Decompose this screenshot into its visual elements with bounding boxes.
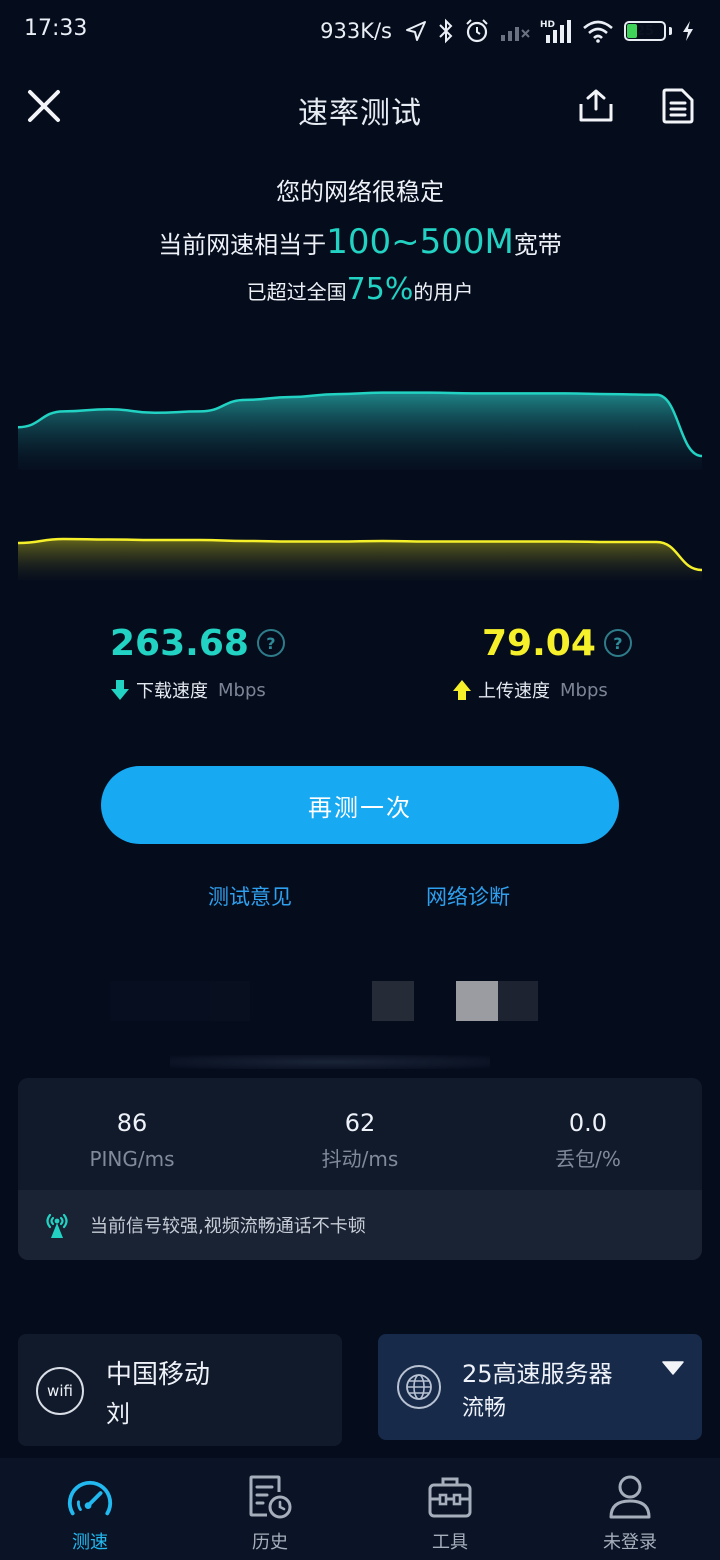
ad-block bbox=[372, 981, 414, 1021]
packet-loss-value: 0.0 bbox=[568, 1109, 608, 1137]
download-speed-value: 263.68 bbox=[110, 622, 249, 664]
battery-level: 25 bbox=[635, 23, 655, 39]
nav-account-label: 未登录 bbox=[603, 1532, 657, 1553]
signal-tower-icon bbox=[46, 1213, 68, 1238]
jitter-label: 抖动/ms bbox=[321, 1147, 399, 1171]
ping-stat: 86 PING/ms bbox=[18, 1078, 246, 1190]
latency-stats-card: 86 PING/ms 62 抖动/ms 0.0 丢包/% 当前信号较强,视频流畅… bbox=[18, 1078, 702, 1260]
upload-speed-label: 上传速度 bbox=[478, 681, 550, 702]
upload-arrow-icon bbox=[453, 680, 471, 700]
server-name: 25高速服务器 bbox=[462, 1360, 613, 1388]
ping-label: PING/ms bbox=[89, 1147, 175, 1171]
report-button[interactable] bbox=[656, 84, 700, 128]
retest-button[interactable]: 再测一次 bbox=[101, 766, 619, 844]
toolbox-icon bbox=[428, 1477, 472, 1518]
nav-speedtest[interactable]: 测速 bbox=[0, 1458, 180, 1560]
stability-text: 您的网络很稳定 bbox=[276, 178, 444, 206]
packet-loss-label: 丢包/% bbox=[555, 1147, 621, 1171]
bluetooth-icon bbox=[439, 18, 453, 44]
speed-test-screen: 17:33 933K/s HD 25 速率测试 您的网络很稳定 当前网速相当于1… bbox=[0, 0, 720, 1560]
nav-account[interactable]: 未登录 bbox=[540, 1458, 720, 1560]
charging-icon bbox=[683, 21, 693, 41]
upload-series-area bbox=[18, 539, 702, 580]
packet-loss-stat: 0.0 丢包/% bbox=[474, 1078, 702, 1190]
download-speed-label: 下载速度 bbox=[136, 681, 208, 702]
nav-speedtest-label: 测速 bbox=[72, 1532, 108, 1553]
download-series-area bbox=[18, 392, 702, 470]
ad-block bbox=[210, 981, 250, 1021]
signal-quality-row: 当前信号较强,视频流畅通话不卡顿 bbox=[18, 1190, 702, 1260]
upload-result: 79.04 ? 上传速度 Mbps bbox=[452, 620, 712, 702]
percentile-suffix: 的用户 bbox=[413, 280, 474, 304]
wifi-signal-icon bbox=[583, 20, 613, 43]
download-help-icon[interactable]: ? bbox=[256, 629, 285, 657]
status-time: 17:33 bbox=[24, 16, 88, 41]
wifi-icon: wifi bbox=[36, 1367, 84, 1415]
feedback-link[interactable]: 测试意见 bbox=[208, 880, 292, 914]
upload-speed-value: 79.04 bbox=[482, 622, 596, 664]
network-carrier: 中国移动 bbox=[106, 1360, 211, 1390]
jitter-stat: 62 抖动/ms bbox=[246, 1078, 474, 1190]
battery-cap bbox=[669, 27, 672, 35]
dropdown-arrow-icon bbox=[662, 1361, 684, 1375]
globe-icon bbox=[397, 1365, 441, 1409]
percentile-text: 已超过全国75%的用户 bbox=[0, 270, 720, 310]
cellular-signal-weak-icon bbox=[501, 27, 530, 41]
upload-speed-unit: Mbps bbox=[560, 679, 608, 701]
network-user: 刘 bbox=[106, 1400, 130, 1428]
ad-block bbox=[110, 981, 210, 1021]
nav-history-label: 历史 bbox=[252, 1532, 288, 1553]
cellular-signal-hd-icon: HD bbox=[540, 20, 571, 43]
download-result: 263.68 ? 下载速度 Mbps bbox=[110, 620, 370, 702]
location-icon bbox=[406, 21, 426, 41]
signal-quality-text: 当前信号较强,视频流畅通话不卡顿 bbox=[90, 1216, 366, 1237]
share-icon bbox=[579, 89, 613, 122]
history-icon bbox=[249, 1475, 292, 1519]
bandwidth-range: 100~500M bbox=[326, 222, 514, 262]
nav-tools-label: 工具 bbox=[432, 1532, 468, 1553]
share-button[interactable] bbox=[574, 84, 618, 128]
percentile-prefix: 已超过全国 bbox=[246, 280, 347, 304]
document-icon bbox=[662, 88, 694, 124]
jitter-value: 62 bbox=[344, 1109, 376, 1137]
result-summary: 您的网络很稳定 当前网速相当于100~500M宽带 已超过全国75%的用户 bbox=[0, 170, 720, 310]
speed-chart bbox=[17, 391, 703, 580]
status-icons: 933K/s HD 25 bbox=[320, 14, 694, 48]
ad-block bbox=[456, 981, 498, 1021]
bandwidth-equivalent-text: 当前网速相当于100~500M宽带 bbox=[0, 214, 720, 270]
top-app-bar: 速率测试 bbox=[0, 66, 720, 146]
bottom-navigation: 测速 历史 工具 未登录 bbox=[0, 1458, 720, 1560]
bandwidth-prefix: 当前网速相当于 bbox=[158, 231, 327, 259]
divider-glow bbox=[170, 1055, 490, 1069]
diagnose-link[interactable]: 网络诊断 bbox=[426, 880, 510, 914]
speedometer-icon bbox=[67, 1480, 113, 1516]
battery-icon: 25 bbox=[624, 21, 666, 41]
nav-history[interactable]: 历史 bbox=[180, 1458, 360, 1560]
nav-tools[interactable]: 工具 bbox=[360, 1458, 540, 1560]
status-bar: 17:33 933K/s HD 25 bbox=[0, 0, 720, 62]
battery-indicator: 25 bbox=[624, 21, 672, 41]
bandwidth-suffix: 宽带 bbox=[513, 231, 562, 259]
user-icon bbox=[609, 1475, 651, 1519]
network-info-card[interactable]: wifi 中国移动 刘 bbox=[18, 1334, 342, 1446]
server-status: 流畅 bbox=[462, 1396, 507, 1421]
server-selector[interactable]: 25高速服务器 流畅 bbox=[378, 1334, 702, 1440]
download-speed-unit: Mbps bbox=[218, 679, 266, 701]
download-arrow-icon bbox=[111, 680, 129, 700]
ad-block bbox=[498, 981, 538, 1021]
upload-help-icon[interactable]: ? bbox=[603, 629, 632, 657]
svg-text:HD: HD bbox=[540, 20, 555, 30]
network-speed-indicator: 933K/s bbox=[320, 19, 392, 43]
ping-value: 86 bbox=[116, 1109, 148, 1137]
percentile-value: 75% bbox=[346, 272, 414, 307]
alarm-icon bbox=[466, 19, 488, 43]
